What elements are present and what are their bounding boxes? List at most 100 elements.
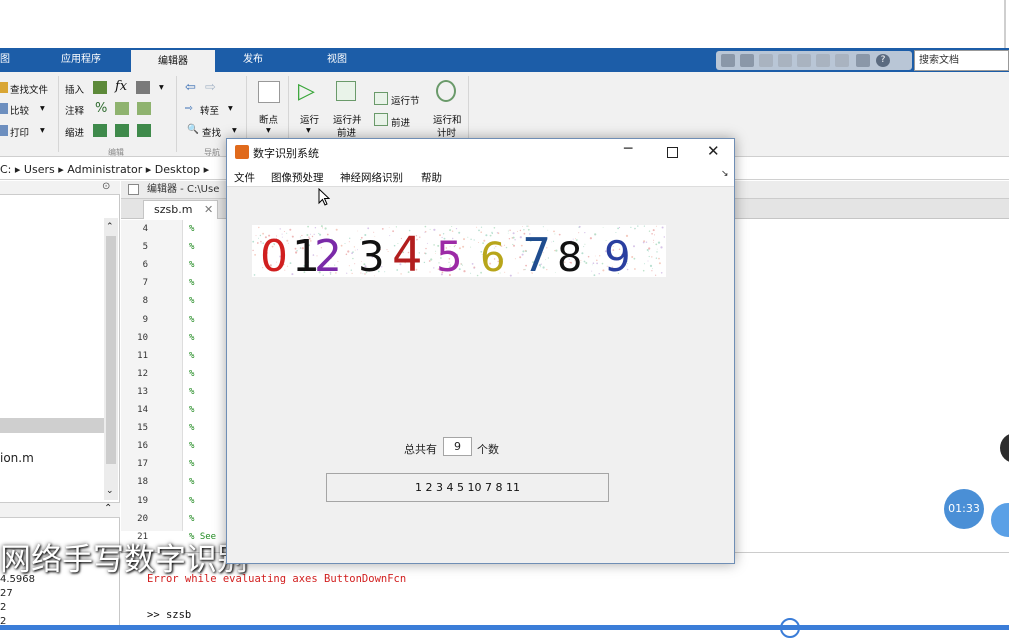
redo-icon[interactable] — [835, 54, 849, 67]
find-icon[interactable]: 🔍 — [187, 124, 199, 135]
chevron-down-icon[interactable]: ▾ — [266, 125, 271, 136]
comment-button[interactable]: 注释 — [65, 103, 84, 117]
run-and-time-button-line2[interactable]: 计时 — [437, 125, 456, 139]
uncomment-icon[interactable] — [115, 102, 129, 115]
panel-menu-icon[interactable]: ⊙ — [102, 181, 110, 192]
noise-speck — [596, 262, 598, 265]
video-progress-bar[interactable] — [0, 625, 1009, 630]
tab-apps[interactable]: 应用程序 — [50, 48, 112, 72]
tab-editor[interactable]: 编辑器 — [131, 50, 215, 72]
digit-2: 2 — [314, 231, 342, 277]
run-button[interactable]: 运行 — [300, 112, 319, 126]
run-and-time-icon[interactable] — [436, 80, 456, 102]
menu-help[interactable]: 帮助 — [421, 170, 442, 185]
maximize-icon[interactable] — [667, 147, 678, 158]
cut-icon[interactable] — [759, 54, 773, 67]
close-icon[interactable]: ✕ — [204, 203, 213, 216]
noise-speck — [428, 260, 431, 262]
indent-button[interactable]: 缩进 — [65, 125, 84, 139]
run-section-icon[interactable] — [374, 92, 388, 105]
noise-speck — [470, 246, 472, 248]
smart-indent-icon[interactable] — [93, 124, 107, 137]
noise-speck — [554, 272, 556, 273]
comment-percent-icon[interactable]: % — [95, 101, 107, 116]
insert-button[interactable]: 插入 — [65, 82, 84, 96]
breadcrumb-administrator[interactable]: Administrator — [67, 163, 142, 176]
forward-arrow-icon[interactable]: ⇨ — [205, 80, 216, 95]
search-documentation-input[interactable]: 搜索文档 — [914, 50, 1009, 71]
fx-icon[interactable]: fx — [115, 79, 127, 94]
noise-speck — [630, 226, 632, 228]
goto-icon[interactable]: ⇨ — [185, 103, 193, 114]
breakpoints-button[interactable]: 断点 — [259, 112, 278, 126]
run-advance-icon[interactable] — [336, 81, 356, 101]
chevron-down-icon[interactable]: ▾ — [228, 103, 233, 114]
goto-button[interactable]: 转至 — [200, 103, 219, 117]
breakpoints-icon[interactable] — [258, 81, 280, 103]
tab-publish[interactable]: 发布 — [222, 48, 284, 72]
chevron-down-icon[interactable]: ▾ — [40, 103, 45, 114]
breadcrumb-desktop[interactable]: Desktop — [155, 163, 200, 176]
menu-image-preprocess[interactable]: 图像预处理 — [271, 170, 324, 185]
scroll-down-icon[interactable]: ⌄ — [106, 486, 114, 496]
find-button[interactable]: 查找 — [202, 125, 221, 139]
chevron-down-icon[interactable]: ▾ — [159, 82, 164, 93]
run-section-button[interactable]: 运行节 — [391, 93, 420, 107]
scrollbar-thumb[interactable] — [106, 236, 116, 464]
count-field[interactable]: 9 — [443, 437, 472, 456]
menu-neural-network[interactable]: 神经网络识别 — [340, 170, 403, 185]
digit-3: 3 — [358, 232, 385, 277]
open-icon[interactable] — [721, 54, 735, 67]
chevron-down-icon[interactable]: ▾ — [40, 125, 45, 136]
paste-icon[interactable] — [797, 54, 811, 67]
toolbar-toggle-icon[interactable]: ↘ — [721, 169, 729, 179]
figure-titlebar[interactable]: 数字识别系统 ─ ✕ — [227, 139, 734, 165]
run-advance-button-line1[interactable]: 运行并 — [333, 112, 362, 126]
figure-title: 数字识别系统 — [253, 147, 319, 160]
advance-icon[interactable] — [374, 113, 388, 126]
minimize-icon[interactable]: ─ — [624, 141, 632, 157]
print-icon[interactable] — [0, 125, 8, 136]
noise-speck — [386, 249, 388, 251]
noise-speck — [348, 241, 350, 243]
switch-windows-icon[interactable] — [856, 54, 870, 67]
scroll-up-icon[interactable]: ⌃ — [106, 222, 114, 232]
command-prompt[interactable]: >> szsb — [147, 609, 191, 621]
breadcrumb-users[interactable]: Users — [24, 163, 55, 176]
back-arrow-icon[interactable]: ⇦ — [185, 80, 196, 95]
save-icon[interactable] — [740, 54, 754, 67]
menu-file[interactable]: 文件 — [234, 170, 255, 185]
indent-increase-icon[interactable] — [115, 124, 129, 137]
copy-icon[interactable] — [778, 54, 792, 67]
insert-section-icon[interactable] — [93, 81, 107, 94]
selected-row[interactable] — [0, 418, 104, 433]
chevron-down-icon[interactable]: ▾ — [232, 125, 237, 136]
tab-home[interactable]: 图 — [0, 48, 20, 72]
collapse-icon[interactable]: ⌃ — [104, 503, 112, 514]
recognition-result-field[interactable]: 1 2 3 4 5 10 7 8 11 — [326, 473, 609, 502]
tab-szsb[interactable]: szsb.m ✕ — [143, 200, 218, 219]
close-icon[interactable]: ✕ — [707, 142, 720, 160]
wrap-comments-icon[interactable] — [137, 102, 151, 115]
chevron-down-icon[interactable]: ▾ — [306, 125, 311, 136]
run-and-time-button-line1[interactable]: 运行和 — [433, 112, 462, 126]
find-files-icon[interactable] — [0, 82, 8, 93]
noise-speck — [353, 246, 355, 248]
help-icon[interactable]: ? — [876, 54, 890, 67]
indent-decrease-icon[interactable] — [137, 124, 151, 137]
noise-speck — [320, 225, 323, 228]
undo-icon[interactable] — [816, 54, 830, 67]
run-advance-button-line2[interactable]: 前进 — [337, 125, 356, 139]
find-files-button[interactable]: 查找文件 — [10, 82, 48, 96]
advance-button[interactable]: 前进 — [391, 115, 410, 129]
compare-button[interactable]: 比较 — [10, 103, 29, 117]
digit-image[interactable]: 0 12 3 4 5 6 7 8 9 — [252, 225, 666, 277]
compare-icon[interactable] — [0, 103, 8, 114]
breadcrumb-drive[interactable]: C: — [0, 163, 11, 176]
progress-knob[interactable] — [780, 618, 800, 638]
insert-function-icon[interactable] — [136, 81, 150, 94]
file-item[interactable]: ion.m — [0, 451, 34, 465]
print-button[interactable]: 打印 — [10, 125, 29, 139]
tab-view[interactable]: 视图 — [306, 48, 368, 72]
run-icon[interactable]: ▷ — [298, 79, 315, 104]
